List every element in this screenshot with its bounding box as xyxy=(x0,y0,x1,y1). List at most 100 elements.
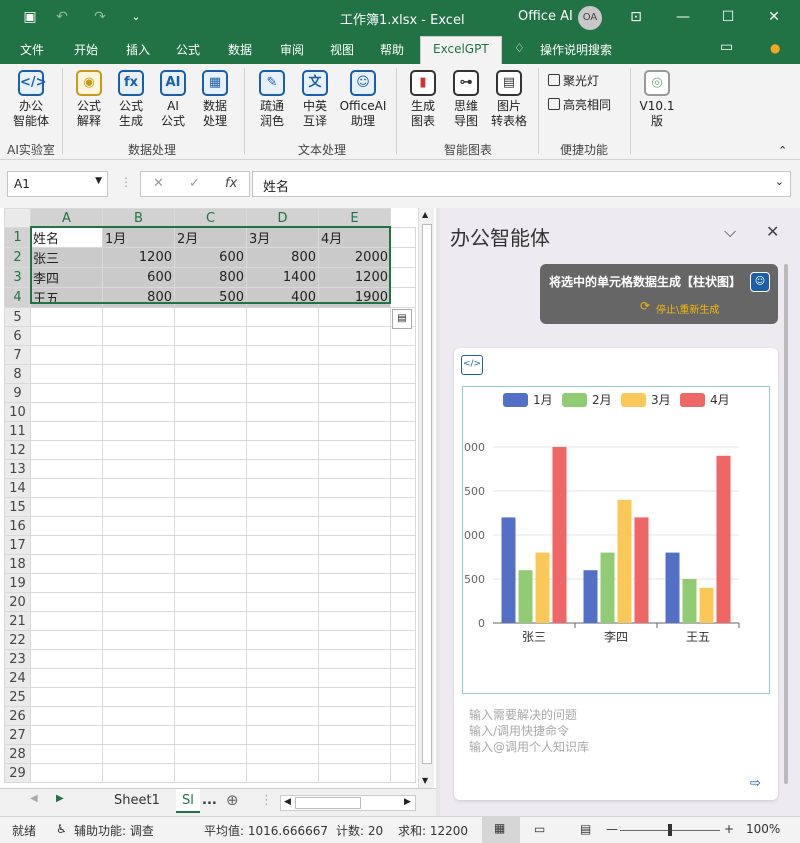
polish-button[interactable]: ✎ 疏通 润色 xyxy=(252,70,292,129)
row-header[interactable]: 21 xyxy=(4,611,31,631)
table-cell[interactable] xyxy=(318,668,391,688)
table-cell[interactable] xyxy=(390,592,416,612)
table-cell[interactable] xyxy=(318,611,391,631)
more-sheets-button[interactable]: ... xyxy=(202,793,217,808)
row-header[interactable]: 18 xyxy=(4,554,31,574)
table-cell[interactable] xyxy=(102,516,175,536)
table-cell[interactable] xyxy=(30,763,103,783)
accessibility-status[interactable]: 辅助功能: 调查 xyxy=(74,822,154,839)
column-header[interactable]: A xyxy=(30,208,103,228)
name-box[interactable]: A1 ▼ xyxy=(7,171,108,197)
avatar[interactable]: OA xyxy=(578,6,602,30)
table-cell[interactable] xyxy=(246,516,319,536)
table-cell[interactable] xyxy=(30,345,103,365)
table-cell[interactable]: 1月 xyxy=(102,227,175,248)
table-cell[interactable] xyxy=(318,497,391,517)
page-break-view-icon[interactable]: ▤ xyxy=(580,822,591,836)
table-cell[interactable] xyxy=(318,535,391,555)
table-cell[interactable] xyxy=(318,402,391,422)
table-cell[interactable] xyxy=(246,592,319,612)
table-cell[interactable] xyxy=(30,687,103,707)
table-cell[interactable] xyxy=(390,554,416,574)
table-cell[interactable] xyxy=(102,497,175,517)
table-cell[interactable] xyxy=(390,421,416,441)
translate-button[interactable]: 文 中英 互译 xyxy=(298,70,332,129)
table-cell[interactable] xyxy=(102,326,175,346)
table-cell[interactable] xyxy=(390,744,416,764)
table-cell[interactable]: 800 xyxy=(102,287,175,308)
customize-quick-access-icon[interactable]: ⌄ xyxy=(126,7,146,27)
quick-analysis-icon[interactable]: ▤ xyxy=(392,309,412,329)
row-header[interactable]: 24 xyxy=(4,668,31,688)
column-header[interactable]: E xyxy=(318,208,391,228)
table-cell[interactable] xyxy=(390,497,416,517)
row-header[interactable]: 20 xyxy=(4,592,31,612)
agent-button[interactable]: </> 办公 智能体 xyxy=(10,70,52,129)
table-cell[interactable] xyxy=(174,478,247,498)
row-header[interactable]: 27 xyxy=(4,725,31,745)
horizontal-scrollbar[interactable]: ◀ ▶ xyxy=(280,795,416,811)
table-cell[interactable] xyxy=(174,668,247,688)
table-cell[interactable] xyxy=(30,611,103,631)
page-layout-view-icon[interactable]: ▭ xyxy=(534,822,545,836)
table-cell[interactable] xyxy=(102,535,175,555)
table-cell[interactable] xyxy=(30,307,103,327)
minimize-icon[interactable]: — xyxy=(673,7,693,27)
scroll-right-icon[interactable]: ▶ xyxy=(404,797,411,807)
table-cell[interactable] xyxy=(102,725,175,745)
table-cell[interactable] xyxy=(318,383,391,403)
insert-function-icon[interactable]: fx xyxy=(225,176,237,191)
table-cell[interactable] xyxy=(390,516,416,536)
table-cell[interactable] xyxy=(246,421,319,441)
table-cell[interactable] xyxy=(246,744,319,764)
table-cell[interactable]: 600 xyxy=(174,247,247,268)
table-cell[interactable] xyxy=(102,402,175,422)
table-cell[interactable] xyxy=(390,402,416,422)
collapse-ribbon-icon[interactable]: ⌃ xyxy=(778,144,787,157)
table-cell[interactable] xyxy=(246,668,319,688)
table-cell[interactable] xyxy=(174,497,247,517)
row-header[interactable]: 10 xyxy=(4,402,31,422)
table-cell[interactable] xyxy=(390,706,416,726)
table-cell[interactable] xyxy=(30,630,103,650)
table-cell[interactable] xyxy=(318,554,391,574)
table-cell[interactable] xyxy=(30,554,103,574)
table-cell[interactable] xyxy=(174,326,247,346)
table-cell[interactable] xyxy=(246,763,319,783)
table-cell[interactable] xyxy=(246,307,319,327)
table-cell[interactable] xyxy=(390,364,416,384)
table-cell[interactable] xyxy=(30,516,103,536)
row-header[interactable]: 12 xyxy=(4,440,31,460)
next-sheet-icon[interactable]: ▶ xyxy=(56,793,64,804)
row-header[interactable]: 4 xyxy=(4,287,31,308)
table-cell[interactable]: 800 xyxy=(174,267,247,288)
table-cell[interactable] xyxy=(318,763,391,783)
table-cell[interactable] xyxy=(102,307,175,327)
table-cell[interactable] xyxy=(390,649,416,669)
row-header[interactable]: 13 xyxy=(4,459,31,479)
table-cell[interactable] xyxy=(174,592,247,612)
row-header[interactable]: 25 xyxy=(4,687,31,707)
redo-icon[interactable]: ↷ xyxy=(90,7,110,27)
sheet-tab-sheet1[interactable]: Sheet1 xyxy=(114,793,160,808)
table-cell[interactable] xyxy=(174,535,247,555)
table-cell[interactable] xyxy=(246,687,319,707)
table-cell[interactable] xyxy=(30,402,103,422)
table-cell[interactable] xyxy=(30,497,103,517)
table-cell[interactable] xyxy=(246,440,319,460)
table-cell[interactable]: 600 xyxy=(102,267,175,288)
table-cell[interactable] xyxy=(390,383,416,403)
table-cell[interactable] xyxy=(318,725,391,745)
table-cell[interactable] xyxy=(102,554,175,574)
table-cell[interactable] xyxy=(30,478,103,498)
table-cell[interactable]: 3月 xyxy=(246,227,319,248)
sheet-tab-active[interactable]: Sl xyxy=(176,789,200,813)
table-cell[interactable] xyxy=(174,345,247,365)
input-placeholder-question[interactable]: 输入需要解决的问题 xyxy=(469,706,577,723)
table-cell[interactable] xyxy=(102,421,175,441)
name-box-dropdown-icon[interactable]: ▼ xyxy=(95,176,102,186)
row-header[interactable]: 8 xyxy=(4,364,31,384)
tab-excelgpt[interactable]: ExcelGPT xyxy=(420,36,502,64)
table-cell[interactable]: 2月 xyxy=(174,227,247,248)
table-cell[interactable]: 500 xyxy=(174,287,247,308)
